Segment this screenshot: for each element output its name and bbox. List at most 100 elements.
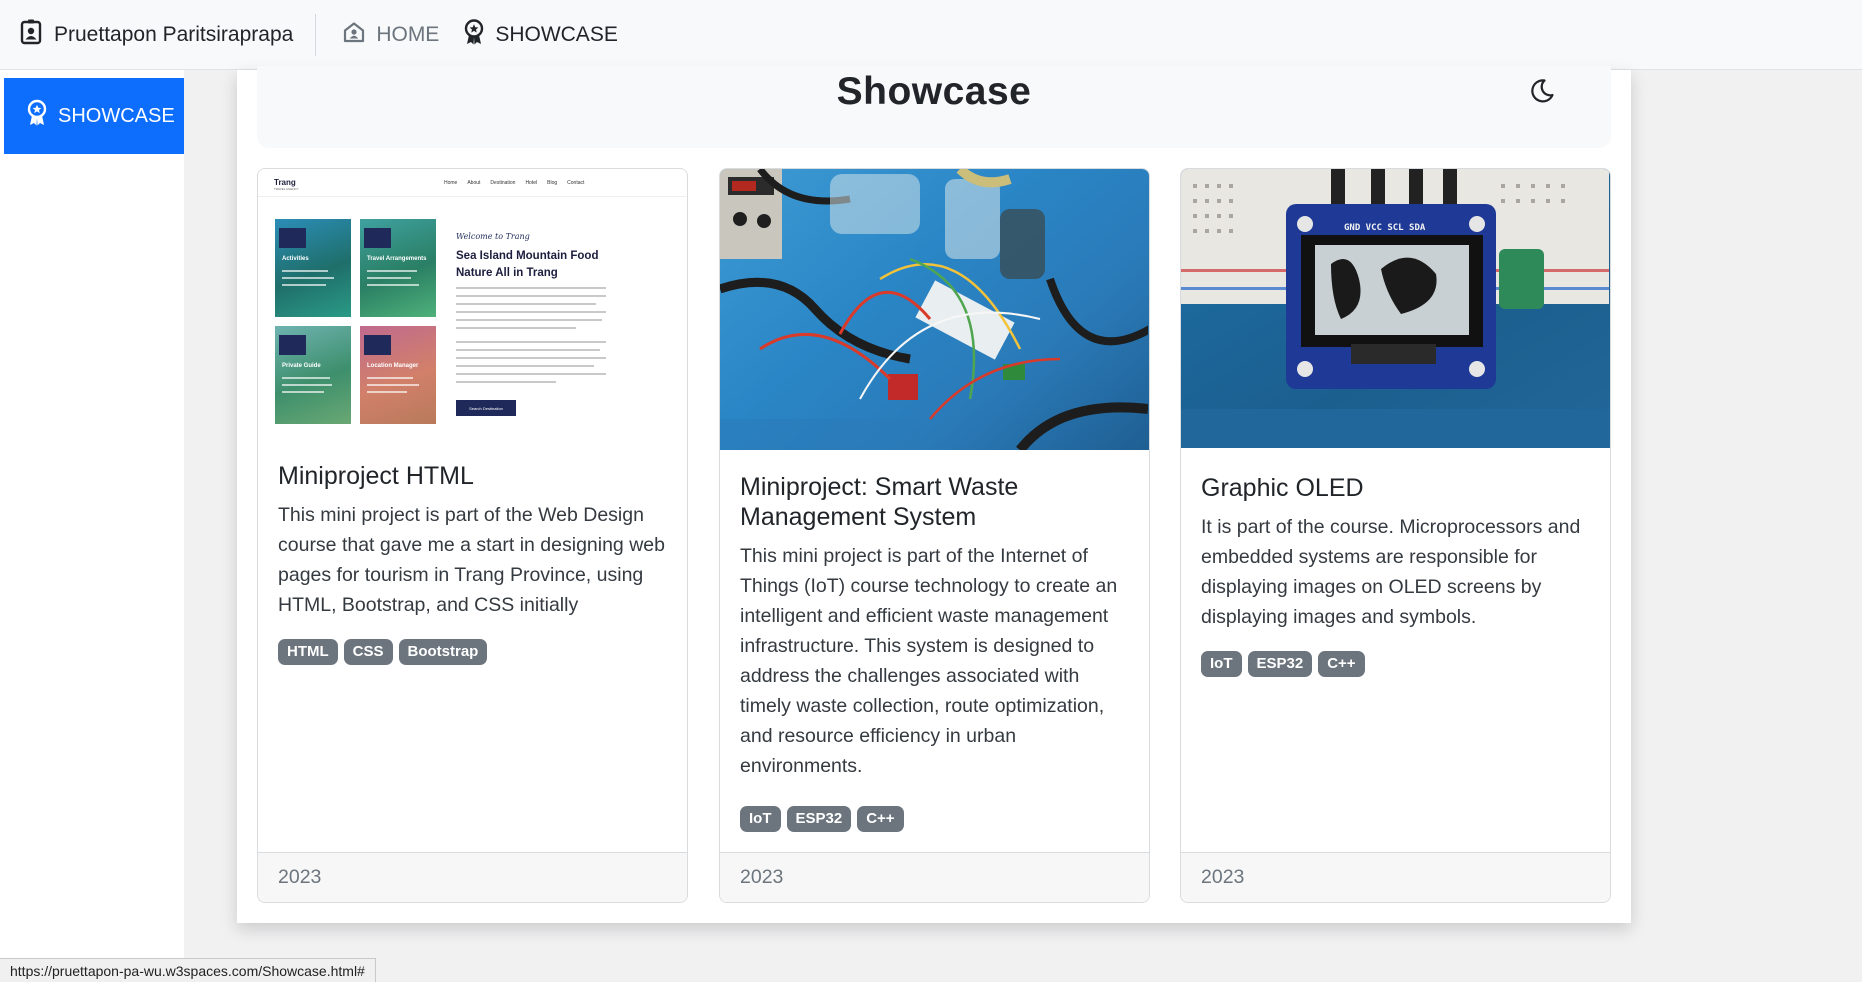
- nav-link-showcase[interactable]: SHOWCASE: [451, 0, 630, 69]
- mock-paragraph-line: [456, 327, 576, 329]
- mock-headline: Sea Island Mountain Food Nature All in T…: [456, 250, 599, 279]
- project-photo-iot-wiring: [720, 169, 1149, 450]
- card-year: 2023: [740, 866, 784, 888]
- mock-tile-line: [367, 284, 419, 286]
- card-badges: IoT ESP32 C++: [740, 806, 904, 832]
- tag-badge: ESP32: [1247, 651, 1313, 677]
- mock-tile-private-guide: Private Guide: [275, 326, 351, 424]
- tag-badge: C++: [857, 806, 904, 832]
- oled-pin-labels: GND VCC SCL SDA: [1344, 223, 1426, 233]
- mock-nav-link: Hotel: [525, 180, 538, 186]
- mock-tile-label: Travel Arrangements: [367, 256, 427, 262]
- tag-badge: Bootstrap: [398, 639, 488, 665]
- card-year: 2023: [278, 866, 322, 888]
- card-badges: HTML CSS Bootstrap: [278, 639, 488, 665]
- mock-tile-line: [282, 277, 334, 279]
- nav-link-label: HOME: [376, 22, 440, 46]
- mock-paragraph-line: [456, 373, 606, 375]
- mock-tile-location-manager: Location Manager: [360, 326, 436, 424]
- mock-tile-label: Activities: [282, 256, 309, 262]
- tag-badge: CSS: [343, 639, 393, 665]
- project-card-graphic-oled[interactable]: GND VCC SCL SDA Graphic OLED It is part …: [1180, 168, 1611, 903]
- mock-paragraph-line: [456, 295, 606, 297]
- project-card-smart-waste[interactable]: Miniproject: Smart Waste Management Syst…: [719, 168, 1150, 903]
- card-text: This mini project is part of the Web Des…: [278, 504, 665, 616]
- mock-nav-link: Home: [444, 180, 458, 186]
- page-header: Showcase: [257, 66, 1611, 148]
- mock-paragraph-line: [456, 319, 602, 321]
- iot-wiring-illustration: [720, 169, 1149, 450]
- card-footer: 2023: [258, 852, 687, 902]
- id-badge-icon: [20, 19, 42, 51]
- mock-paragraph-line: [456, 341, 606, 343]
- mock-paragraph-line: [456, 349, 600, 351]
- card-text: This mini project is part of the Interne…: [740, 545, 1118, 777]
- theme-toggle-button[interactable]: [1525, 76, 1559, 110]
- project-card-miniproject-html[interactable]: Trang TRAVEL AGENCY Home About Destinati…: [257, 168, 688, 903]
- mock-search-button: Search Destination: [456, 400, 516, 416]
- mock-nav-link: About: [467, 180, 481, 186]
- mock-tile-line: [367, 384, 419, 386]
- mock-paragraph-line: [456, 365, 594, 367]
- mock-tile-line: [282, 377, 330, 379]
- award-icon: [26, 99, 48, 133]
- sidebar-item-showcase[interactable]: SHOWCASE: [4, 78, 184, 154]
- navbar-divider: [315, 13, 317, 56]
- card-footer: 2023: [720, 852, 1149, 902]
- card-title: Miniproject HTML: [278, 462, 474, 490]
- mock-tile-line: [367, 391, 407, 393]
- sidebar: SHOWCASE: [4, 70, 184, 982]
- sidebar-item-label: SHOWCASE: [58, 104, 175, 127]
- tag-badge: IoT: [740, 806, 781, 832]
- mock-tile-line: [282, 384, 332, 386]
- mock-tile-line: [282, 284, 326, 286]
- oled-illustration: GND VCC SCL SDA: [1181, 169, 1609, 448]
- website-mockup: Trang TRAVEL AGENCY Home About Destinati…: [258, 169, 686, 441]
- mock-paragraph-line: [456, 381, 556, 383]
- card-badges: IoT ESP32 C++: [1201, 651, 1365, 677]
- mock-paragraph-line: [456, 287, 606, 289]
- page-title: Showcase: [836, 70, 1032, 113]
- mock-tile-icon: [279, 335, 306, 355]
- mock-nav-link: Blog: [547, 180, 558, 186]
- card-text: It is part of the course. Microprocessor…: [1201, 516, 1581, 628]
- mock-logo: Trang: [274, 178, 296, 187]
- mock-tile-icon: [279, 228, 306, 248]
- mock-nav-link: Contact: [567, 180, 585, 186]
- mock-tile-line: [367, 277, 411, 279]
- top-navbar: Pruettapon Paritsiraprapa HOME SHOWCASE: [0, 0, 1862, 70]
- mock-logo-sub: TRAVEL AGENCY: [274, 187, 299, 191]
- tag-badge: ESP32: [786, 806, 852, 832]
- mock-tile-line: [367, 377, 413, 379]
- mock-paragraph-line: [456, 311, 606, 313]
- mock-tile-travel: Travel Arrangements: [360, 219, 436, 317]
- card-title: Miniproject: Smart Waste Management Syst…: [740, 473, 1019, 531]
- mock-tile-activities: Activities: [275, 219, 351, 317]
- mock-tile-icon: [364, 335, 391, 355]
- award-icon: [463, 18, 485, 51]
- showcase-container: Showcase Trang TRAVEL AGENCY Home About …: [237, 66, 1631, 923]
- mock-navbar: Trang TRAVEL AGENCY Home About Destinati…: [258, 169, 686, 197]
- mock-tile-line: [282, 391, 324, 393]
- mock-welcome: Welcome to Trang: [456, 232, 530, 241]
- navbar-brand[interactable]: Pruettapon Paritsiraprapa: [0, 0, 293, 69]
- project-thumbnail-website: Trang TRAVEL AGENCY Home About Destinati…: [258, 169, 687, 441]
- mock-tile-icon: [364, 228, 391, 248]
- moon-icon: [1529, 78, 1555, 109]
- card-title: Graphic OLED: [1201, 474, 1364, 502]
- tag-badge: HTML: [278, 639, 338, 665]
- mock-nav-links: Home About Destination Hotel Blog Contac…: [444, 180, 584, 186]
- mock-paragraph-line: [456, 357, 606, 359]
- tag-badge: C++: [1318, 651, 1365, 677]
- card-footer: 2023: [1181, 852, 1610, 902]
- brand-name: Pruettapon Paritsiraprapa: [54, 22, 294, 46]
- nav-link-label: SHOWCASE: [495, 22, 618, 46]
- mock-paragraph-line: [456, 303, 596, 305]
- mock-tile-line: [367, 270, 417, 272]
- mock-tile-line: [282, 270, 328, 272]
- project-photo-oled: GND VCC SCL SDA: [1181, 169, 1610, 448]
- status-bar-url: https://pruettapon-pa-wu.w3spaces.com/Sh…: [0, 958, 376, 982]
- mock-tile-label: Location Manager: [367, 363, 419, 369]
- mock-tile-label: Private Guide: [282, 363, 321, 369]
- nav-link-home[interactable]: HOME: [330, 0, 451, 69]
